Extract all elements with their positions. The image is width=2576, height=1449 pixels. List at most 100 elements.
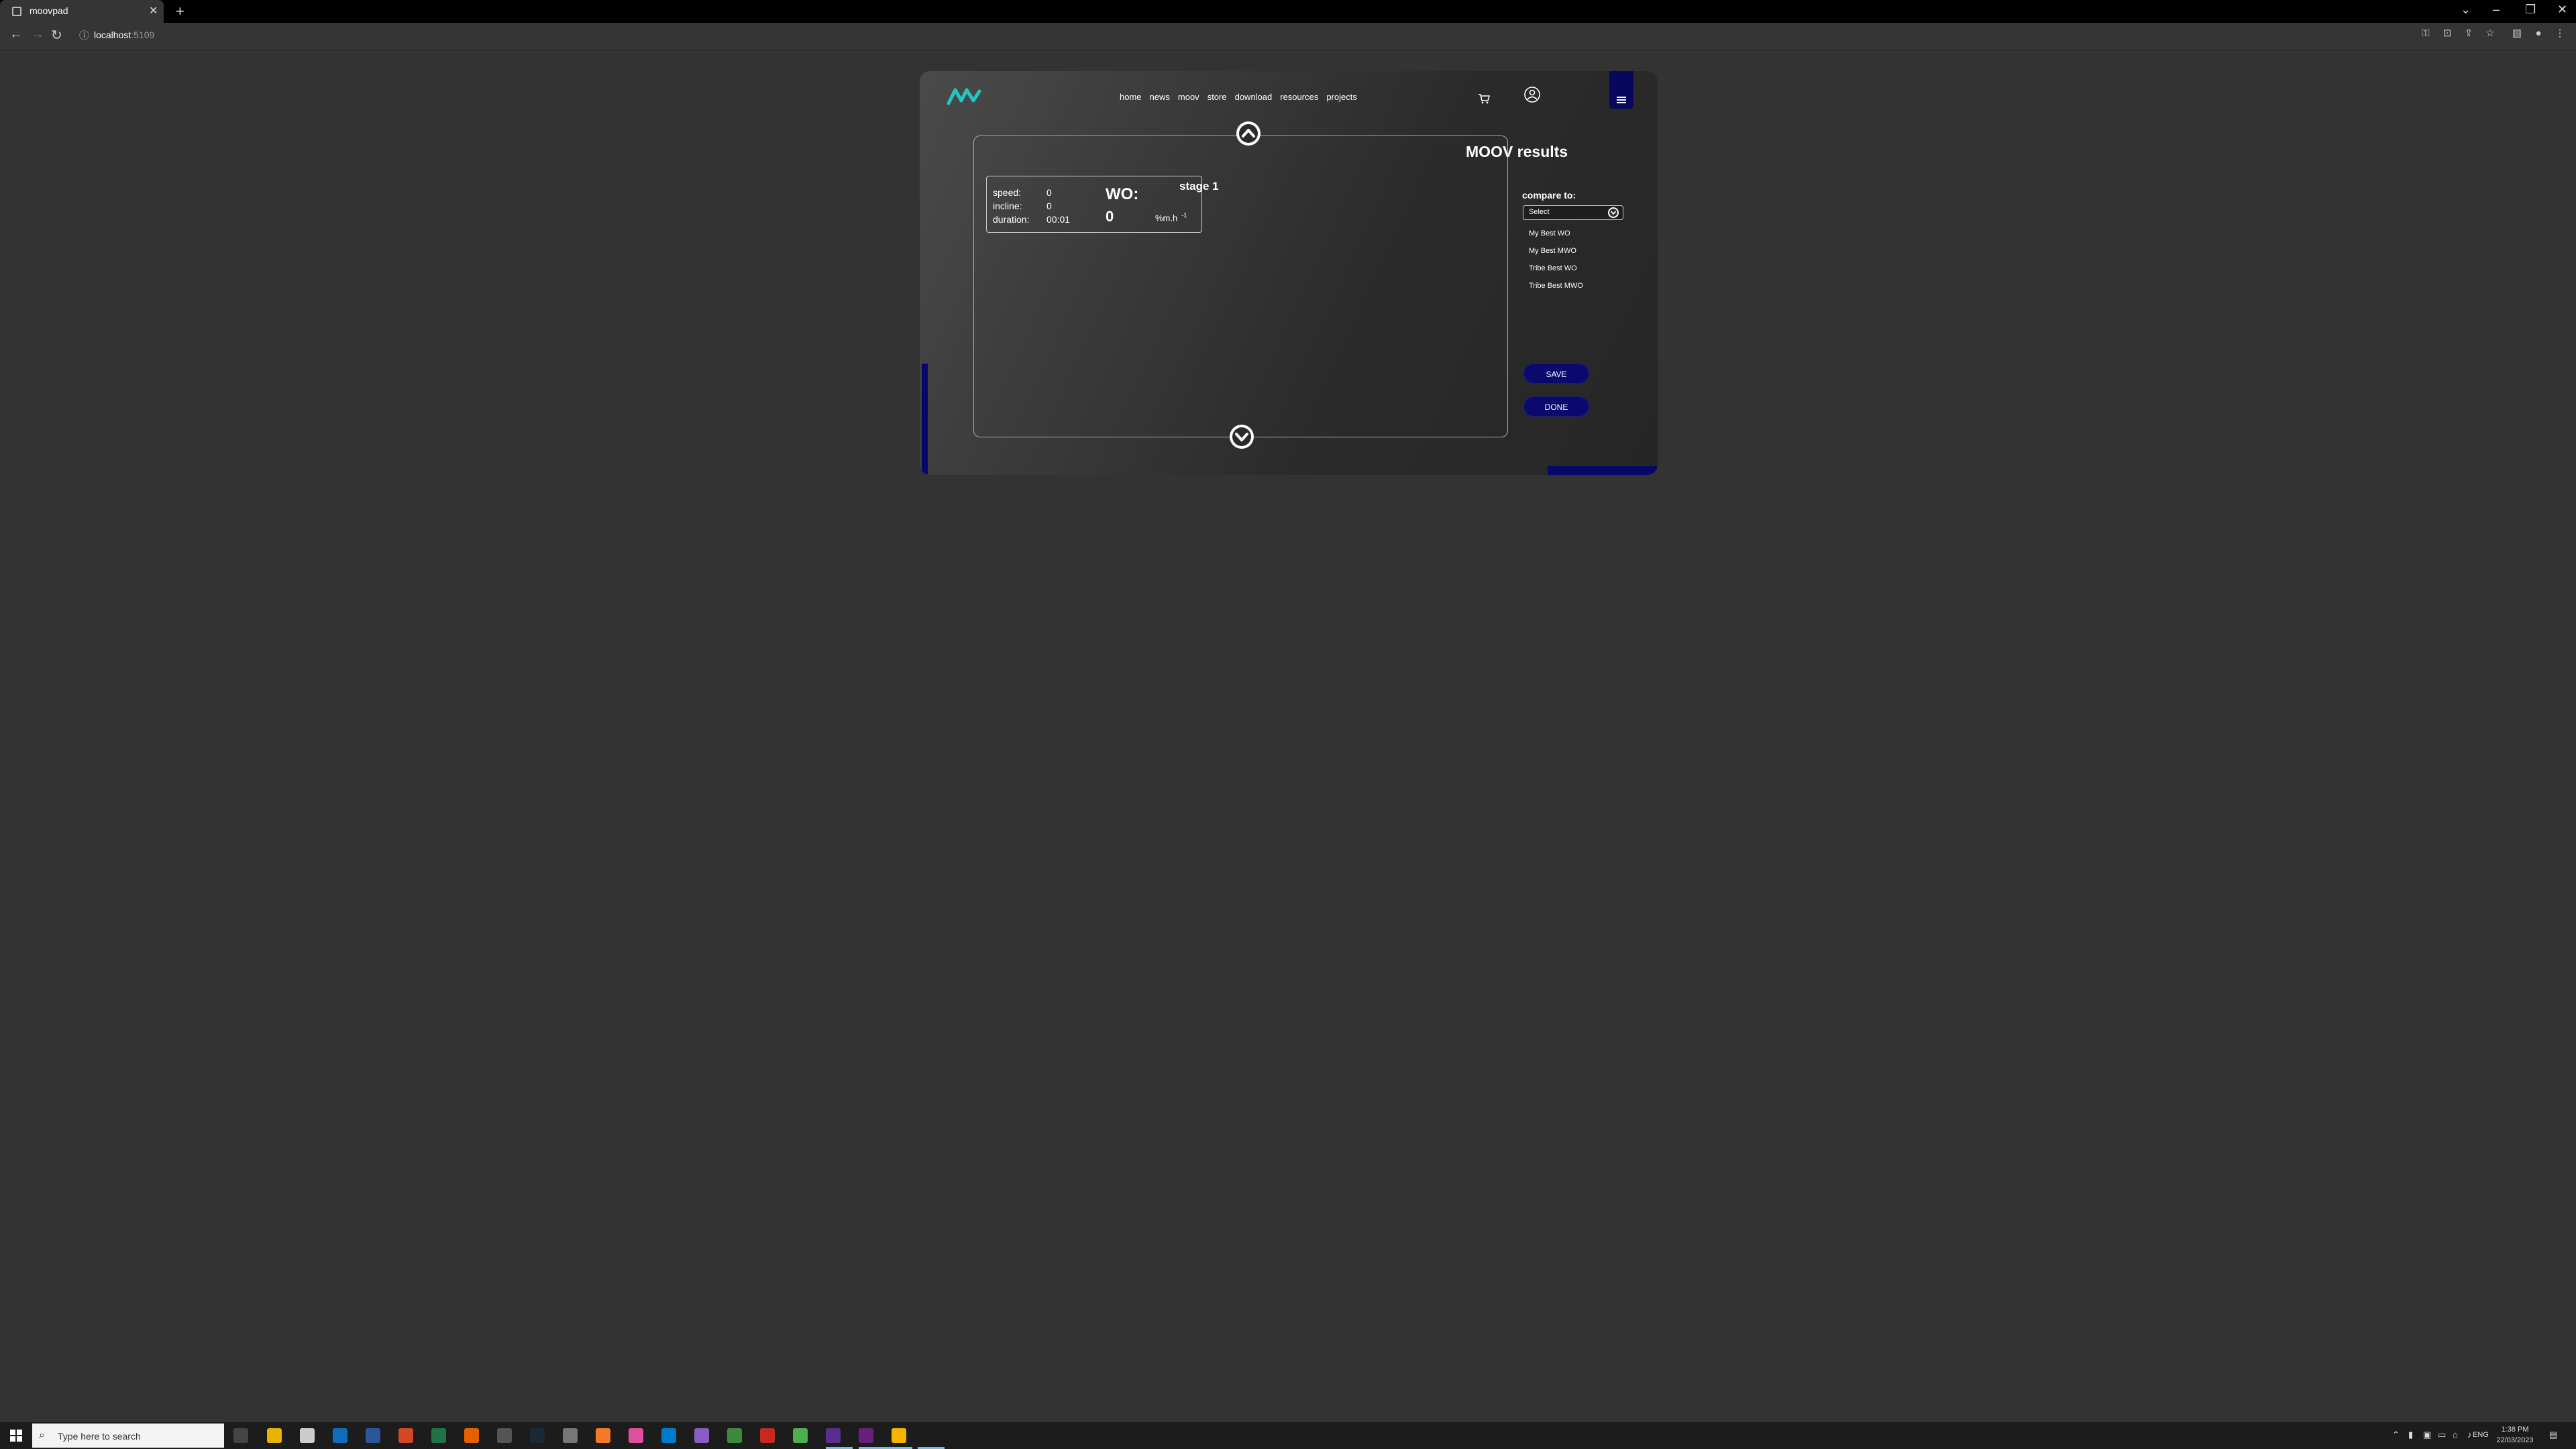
compare-option-my-best-wo[interactable]: My Best WO <box>1529 229 1570 237</box>
nav-projects[interactable]: projects <box>1326 92 1357 102</box>
minimize-button[interactable]: – <box>2493 3 2500 17</box>
incline-value: 0 <box>1046 201 1052 211</box>
network-icon[interactable]: ⌂ <box>2453 1430 2458 1440</box>
wo-value: 0 <box>1106 208 1114 225</box>
store-app-icon[interactable] <box>300 1428 315 1443</box>
wo-label: WO: <box>1106 185 1139 203</box>
compare-selected-value: Select <box>1529 208 1550 216</box>
chevron-down-icon <box>1608 207 1619 218</box>
vscode-app-icon[interactable] <box>661 1428 676 1443</box>
key-icon[interactable]: ⚿ <box>2420 28 2431 39</box>
chevron-up-icon <box>1239 124 1258 143</box>
word-app-icon[interactable] <box>366 1428 380 1443</box>
taskbar-search-box[interactable]: ⌕ Type here to search <box>32 1424 224 1448</box>
clock-time: 1:38 PM <box>2501 1426 2529 1434</box>
clock-date: 22/03/2023 <box>2496 1436 2534 1444</box>
tray-expand-icon[interactable]: ⌃ <box>2392 1430 2400 1440</box>
unity-app-icon[interactable] <box>563 1428 578 1443</box>
language-indicator[interactable]: ENG <box>2473 1431 2489 1439</box>
wo-unit: %m.h -1 <box>1155 212 1187 223</box>
hamburger-menu-button[interactable] <box>1609 71 1633 109</box>
compare-select[interactable]: Select <box>1523 205 1623 220</box>
restore-button[interactable]: ❐ <box>2525 3 2536 17</box>
windows-taskbar: ⌕ Type here to search <box>0 1422 2576 1449</box>
stage-title: stage 1 <box>1179 180 1219 193</box>
duration-label: duration: <box>993 214 1030 225</box>
cart-icon[interactable] <box>1477 91 1491 106</box>
address-url: localhost:5109 <box>94 30 155 40</box>
duration-value: 00:01 <box>1046 214 1071 225</box>
app-icon[interactable] <box>497 1428 512 1443</box>
chevron-down-icon <box>1232 427 1251 446</box>
side-accent-bar <box>922 364 928 475</box>
notifications-icon[interactable]: ▤ <box>2549 1430 2557 1440</box>
page-title: MOOV results <box>1466 143 1568 160</box>
profile-icon[interactable]: ● <box>2533 28 2544 39</box>
tab-title: moovpad <box>30 5 68 16</box>
photos-app-icon[interactable] <box>629 1428 643 1443</box>
firefox-app-icon[interactable] <box>464 1428 479 1443</box>
taskbar-search-placeholder: Type here to search <box>58 1431 141 1442</box>
chrome-app-icon[interactable] <box>892 1428 906 1443</box>
back-icon[interactable]: ← <box>9 27 23 42</box>
steam-app-icon[interactable] <box>530 1428 545 1443</box>
nav-news[interactable]: news <box>1150 92 1170 102</box>
tray-icon[interactable]: ▣ <box>2423 1430 2431 1440</box>
nav-store[interactable]: store <box>1208 92 1227 102</box>
powerpoint-app-icon[interactable] <box>398 1428 413 1443</box>
app-icon[interactable] <box>760 1428 775 1443</box>
side-panel-icon[interactable]: ▥ <box>2512 28 2522 39</box>
account-icon[interactable] <box>1523 86 1541 103</box>
save-button[interactable]: SAVE <box>1523 364 1589 384</box>
address-bar[interactable]: ⓘ localhost:5109 <box>72 27 2420 44</box>
file-explorer-icon[interactable] <box>267 1428 282 1443</box>
compare-label: compare to: <box>1522 190 1576 201</box>
compare-option-tribe-best-mwo[interactable]: Tribe Best MWO <box>1529 282 1583 290</box>
volume-icon[interactable]: ♪ <box>2467 1430 2472 1440</box>
close-window-button[interactable]: ✕ <box>2557 3 2567 17</box>
scroll-up-button[interactable] <box>1236 121 1260 146</box>
app-icon[interactable] <box>727 1428 742 1443</box>
compare-option-my-best-mwo[interactable]: My Best MWO <box>1529 247 1576 255</box>
new-tab-button[interactable]: + <box>176 3 184 20</box>
forward-icon[interactable]: → <box>31 27 44 42</box>
bottom-accent-bar <box>1548 466 1658 475</box>
nav-home[interactable]: home <box>1120 92 1142 102</box>
browser-menu-icon[interactable]: ⋮ <box>2555 28 2565 39</box>
wo-unit-exponent: -1 <box>1181 212 1187 219</box>
install-app-icon[interactable]: ⊡ <box>2442 28 2453 39</box>
reload-icon[interactable]: ↻ <box>51 27 62 44</box>
speed-label: speed: <box>993 187 1022 198</box>
chrome-app-icon[interactable] <box>793 1428 808 1443</box>
incline-label: incline: <box>993 201 1022 211</box>
share-icon[interactable]: ⇪ <box>2463 28 2474 39</box>
speed-value: 0 <box>1046 187 1052 198</box>
moovpad-logo-icon[interactable] <box>947 85 981 107</box>
compare-option-tribe-best-wo[interactable]: Tribe Best WO <box>1529 264 1577 272</box>
excel-app-icon[interactable] <box>431 1428 446 1443</box>
browser-tab-strip: moovpad ✕ + ⌄ – ❐ ✕ <box>0 0 2576 23</box>
windows-start-icon[interactable] <box>9 1429 23 1442</box>
visual-studio-app-icon[interactable] <box>826 1428 841 1443</box>
scroll-down-button[interactable] <box>1230 425 1254 449</box>
tab-search-button[interactable]: ⌄ <box>2461 3 2471 17</box>
visual-studio-app-icon[interactable] <box>694 1428 709 1443</box>
search-icon: ⌕ <box>39 1430 45 1441</box>
nav-moov[interactable]: moov <box>1178 92 1199 102</box>
close-tab-icon[interactable]: ✕ <box>149 4 158 17</box>
nav-resources[interactable]: resources <box>1280 92 1318 102</box>
tray-icon[interactable]: ▮ <box>2408 1430 2413 1440</box>
browser-tab[interactable]: moovpad ✕ <box>0 0 164 23</box>
app-icon[interactable] <box>859 1428 873 1443</box>
mail-app-icon[interactable] <box>333 1428 347 1443</box>
blender-app-icon[interactable] <box>596 1428 610 1443</box>
taskbar-clock[interactable]: 1:38 PM 22/03/2023 <box>2491 1424 2538 1446</box>
site-info-icon[interactable]: ⓘ <box>79 28 89 42</box>
nav-download[interactable]: download <box>1235 92 1273 102</box>
done-button[interactable]: DONE <box>1523 396 1589 417</box>
bookmark-star-icon[interactable]: ☆ <box>2485 28 2496 39</box>
task-view-icon[interactable] <box>233 1428 248 1443</box>
tray-icon[interactable]: ▭ <box>2438 1430 2446 1440</box>
page-favicon-icon <box>12 7 21 16</box>
hamburger-icon <box>1617 97 1626 105</box>
